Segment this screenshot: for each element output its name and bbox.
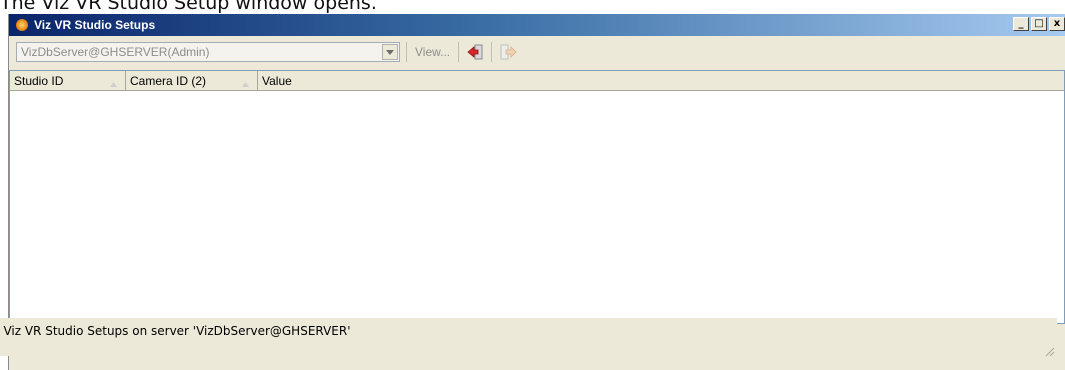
status-bar: 0 Viz VR Studio Setups on server 'VizDbS… — [0, 318, 1057, 357]
window-title: Viz VR Studio Setups — [34, 18, 156, 32]
login-icon[interactable] — [465, 42, 485, 62]
dropdown-arrow-icon[interactable] — [382, 44, 398, 60]
export-icon[interactable] — [498, 42, 518, 62]
caption: The Viz VR Studio Setup window opens. — [0, 0, 377, 14]
grid-header: Studio ID Camera ID (2) Value — [10, 71, 1064, 91]
status-text: 0 Viz VR Studio Setups on server 'VizDbS… — [0, 324, 351, 338]
setups-grid[interactable]: Studio ID Camera ID (2) Value — [9, 70, 1065, 324]
column-label: Value — [262, 73, 292, 88]
column-header-value[interactable]: Value — [258, 71, 1064, 90]
view-button[interactable]: View... — [413, 45, 452, 59]
sort-ascending-icon — [242, 76, 249, 90]
column-header-studio-id[interactable]: Studio ID — [10, 71, 126, 90]
title-bar[interactable]: Viz VR Studio Setups _ □ x — [9, 14, 1065, 36]
window-controls: _ □ x — [1013, 17, 1065, 31]
column-header-camera-id[interactable]: Camera ID (2) — [126, 71, 258, 90]
server-select[interactable]: VizDbServer@GHSERVER(Admin) — [16, 42, 400, 62]
app-icon — [14, 17, 30, 33]
close-button[interactable]: x — [1049, 17, 1065, 31]
maximize-button[interactable]: □ — [1031, 17, 1047, 31]
resize-grip-icon[interactable] — [1043, 342, 1055, 357]
toolbar: VizDbServer@GHSERVER(Admin) View... — [9, 38, 1065, 66]
column-label: Studio ID — [14, 73, 64, 88]
toolbar-separator — [491, 42, 493, 62]
studio-setups-window: Viz VR Studio Setups _ □ x VizDbServer@G… — [8, 14, 1065, 370]
column-label: Camera ID (2) — [130, 73, 207, 88]
minimize-button[interactable]: _ — [1013, 17, 1029, 31]
toolbar-separator — [458, 42, 460, 62]
server-select-value: VizDbServer@GHSERVER(Admin) — [21, 45, 210, 59]
toolbar-separator — [406, 42, 407, 62]
sort-ascending-icon — [110, 76, 117, 90]
